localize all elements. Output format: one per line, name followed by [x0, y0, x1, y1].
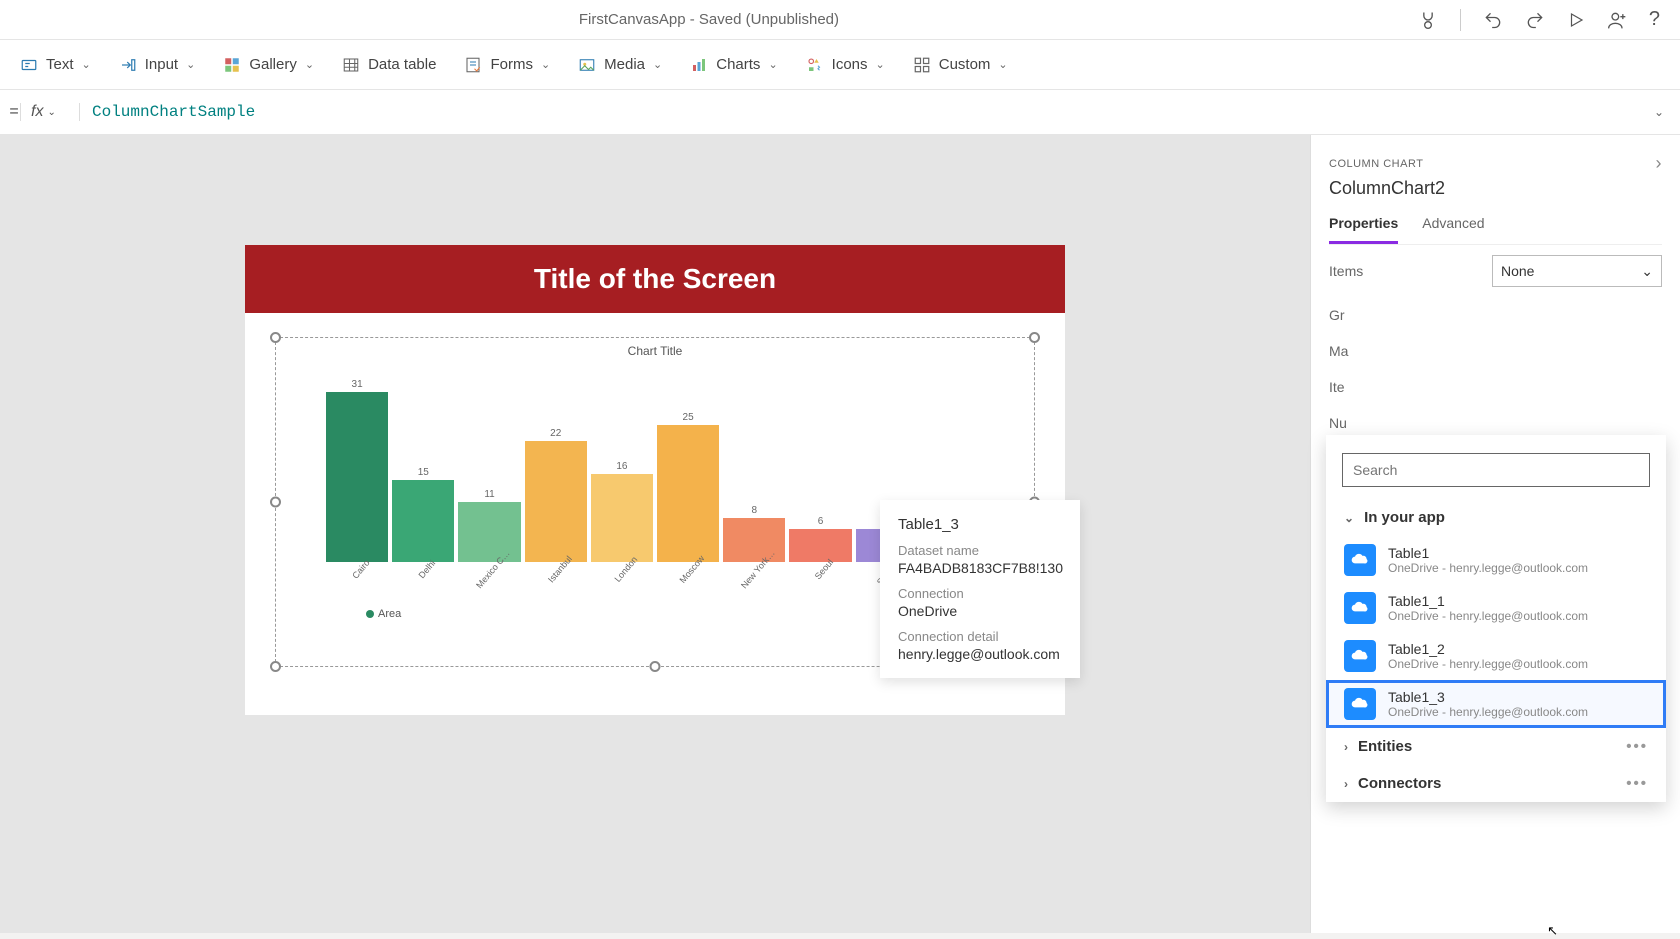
chevron-down-icon: ⌄: [186, 58, 195, 71]
datasource-item[interactable]: Table1_3OneDrive - henry.legge@outlook.c…: [1326, 680, 1666, 728]
onedrive-icon: [1344, 640, 1376, 672]
tooltip-label: Dataset name: [898, 543, 1062, 558]
undo-icon[interactable]: [1483, 10, 1503, 30]
items-dropdown: ⌄In your app Table1OneDrive - henry.legg…: [1326, 435, 1666, 802]
charts-icon: [690, 56, 708, 74]
onedrive-icon: [1344, 592, 1376, 624]
chevron-down-icon: ⌄: [305, 58, 314, 71]
formula-bar: = fx⌄ ColumnChartSample ⌄: [0, 90, 1680, 135]
screen-title: Title of the Screen: [245, 245, 1065, 313]
chevron-down-icon: ⌄: [876, 58, 885, 71]
ribbon-input[interactable]: Input⌄: [119, 56, 196, 74]
legend-dot-icon: [366, 610, 374, 618]
search-input[interactable]: [1353, 462, 1639, 478]
cursor-icon: ↖: [1547, 923, 1558, 939]
forms-icon: [464, 56, 482, 74]
divider: [1460, 9, 1461, 31]
canvas[interactable]: Title of the Screen Chart Title 31151122…: [0, 135, 1310, 933]
chevron-down-icon: ⌄: [653, 58, 662, 71]
chevron-down-icon: ⌄: [768, 58, 777, 71]
redo-icon[interactable]: [1525, 10, 1545, 30]
resize-handle[interactable]: [1029, 332, 1040, 343]
chevron-right-icon: ›: [1344, 740, 1348, 754]
section-connectors[interactable]: ›Connectors •••: [1326, 765, 1666, 802]
prop-label: Ma: [1329, 343, 1348, 359]
tab-properties[interactable]: Properties: [1329, 215, 1398, 244]
datasource-tooltip: Table1_3 Dataset name FA4BADB8183CF7B8!1…: [880, 500, 1080, 678]
chevron-down-icon: ⌄: [1641, 263, 1653, 280]
ribbon-charts[interactable]: Charts⌄: [690, 56, 777, 74]
ribbon-text[interactable]: Text⌄: [20, 56, 91, 74]
bar: 22: [525, 428, 587, 562]
bar: 31: [326, 379, 388, 562]
gallery-icon: [223, 56, 241, 74]
ribbon-datatable[interactable]: Data table: [342, 56, 436, 74]
tooltip-value: henry.legge@outlook.com: [898, 646, 1062, 662]
panel-object-name: ColumnChart2: [1329, 178, 1662, 199]
prop-label: Nu: [1329, 415, 1347, 431]
media-icon: [578, 56, 596, 74]
input-icon: [119, 56, 137, 74]
section-in-your-app[interactable]: ⌄In your app: [1326, 499, 1666, 536]
ribbon-media[interactable]: Media⌄: [578, 56, 662, 74]
play-icon[interactable]: [1567, 11, 1585, 29]
chart-title: Chart Title: [286, 344, 1024, 358]
more-icon[interactable]: •••: [1626, 775, 1648, 792]
chevron-down-icon: ⌄: [541, 58, 550, 71]
datasource-item[interactable]: Table1OneDrive - henry.legge@outlook.com: [1326, 536, 1666, 584]
tab-advanced[interactable]: Advanced: [1422, 215, 1484, 244]
resize-handle[interactable]: [270, 661, 281, 672]
tooltip-value: FA4BADB8183CF7B8!130: [898, 560, 1062, 576]
resize-handle[interactable]: [650, 661, 661, 672]
resize-handle[interactable]: [270, 497, 281, 508]
chevron-down-icon: ⌄: [82, 58, 91, 71]
formula-input[interactable]: ColumnChartSample: [80, 103, 1638, 121]
properties-panel: COLUMN CHART › ColumnChart2 Properties A…: [1310, 135, 1680, 933]
datatable-icon: [342, 56, 360, 74]
chevron-down-icon: ⌄: [47, 107, 55, 118]
app-checker-icon[interactable]: [1418, 10, 1438, 30]
tooltip-value: OneDrive: [898, 603, 1062, 619]
help-icon[interactable]: ?: [1649, 8, 1660, 31]
datasource-item[interactable]: Table1_1OneDrive - henry.legge@outlook.c…: [1326, 584, 1666, 632]
text-icon: [20, 56, 38, 74]
ribbon-icons[interactable]: Icons⌄: [806, 56, 885, 74]
onedrive-icon: [1344, 544, 1376, 576]
tooltip-label: Connection: [898, 586, 1062, 601]
search-box[interactable]: [1342, 453, 1650, 487]
prop-items-select[interactable]: None ⌄: [1492, 255, 1662, 287]
title-bar: FirstCanvasApp - Saved (Unpublished) ?: [0, 0, 1680, 40]
tooltip-label: Connection detail: [898, 629, 1062, 644]
panel-expand-icon[interactable]: ›: [1656, 153, 1663, 174]
prop-label: Ite: [1329, 379, 1345, 395]
ribbon-custom[interactable]: Custom⌄: [913, 56, 1008, 74]
more-icon[interactable]: •••: [1626, 738, 1648, 755]
equals-sign: =: [0, 103, 20, 121]
prop-items-label: Items: [1329, 263, 1363, 279]
resize-handle[interactable]: [270, 332, 281, 343]
onedrive-icon: [1344, 688, 1376, 720]
panel-eyebrow: COLUMN CHART: [1329, 158, 1423, 170]
chevron-down-icon: ⌄: [998, 58, 1007, 71]
chevron-right-icon: ›: [1344, 777, 1348, 791]
section-entities[interactable]: ›Entities •••: [1326, 728, 1666, 765]
app-title: FirstCanvasApp - Saved (Unpublished): [0, 11, 1418, 28]
tooltip-title: Table1_3: [898, 516, 1062, 533]
custom-icon: [913, 56, 931, 74]
icons-icon: [806, 56, 824, 74]
share-icon[interactable]: [1607, 10, 1627, 30]
ribbon-forms[interactable]: Forms⌄: [464, 56, 550, 74]
formula-expand-icon[interactable]: ⌄: [1638, 105, 1680, 119]
datasource-item[interactable]: Table1_2OneDrive - henry.legge@outlook.c…: [1326, 632, 1666, 680]
ribbon-gallery[interactable]: Gallery⌄: [223, 56, 314, 74]
ribbon: Text⌄ Input⌄ Gallery⌄ Data table Forms⌄ …: [0, 40, 1680, 90]
chevron-down-icon: ⌄: [1344, 511, 1354, 525]
prop-label: Gr: [1329, 307, 1345, 323]
fx-dropdown[interactable]: fx⌄: [20, 103, 80, 121]
bar: 25: [657, 412, 719, 562]
